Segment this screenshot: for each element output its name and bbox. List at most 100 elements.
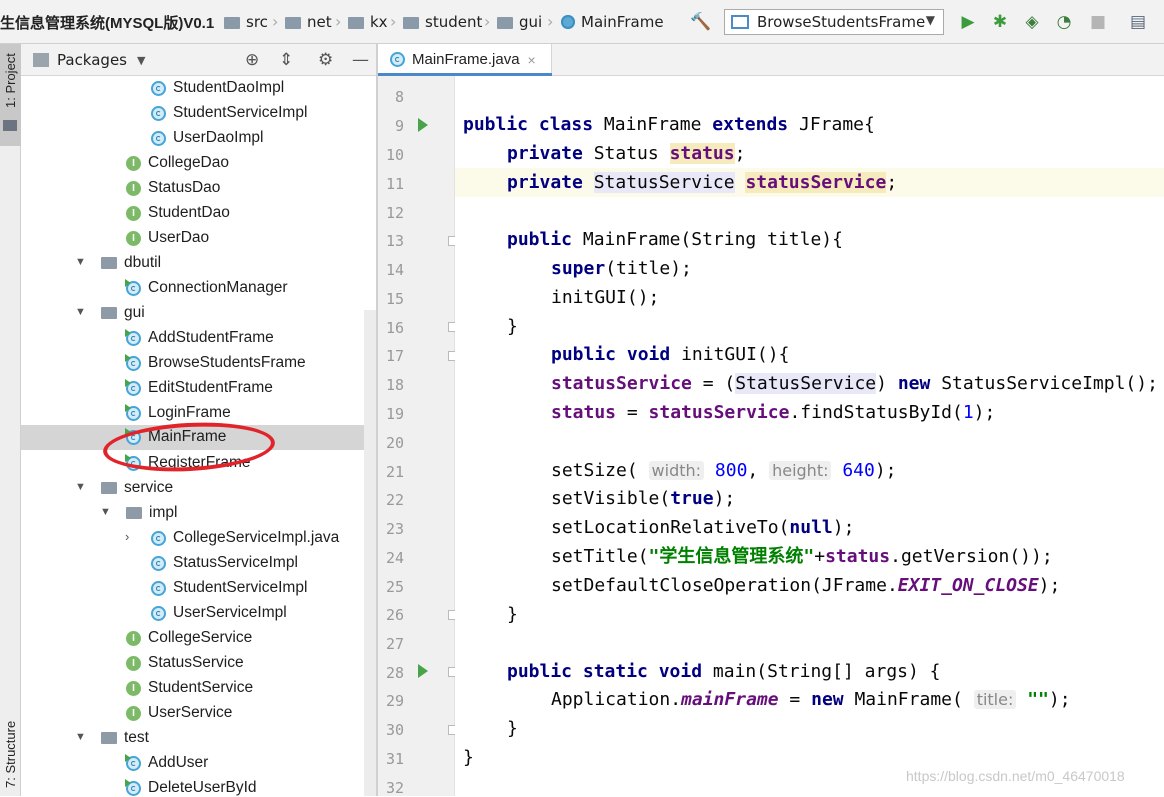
breadcrumb-separator: ›	[390, 12, 397, 31]
tree-item[interactable]: DeleteUserById	[21, 776, 376, 796]
runnable-class-icon	[125, 328, 141, 346]
tree-scrollbar[interactable]	[364, 310, 376, 796]
tree-item[interactable]: StudentServiceImpl	[21, 101, 376, 126]
line-number: 8	[394, 88, 404, 106]
tree-item[interactable]: StudentDaoImpl	[21, 76, 376, 101]
tree-item[interactable]: BrowseStudentsFrame	[21, 351, 376, 376]
tree-item[interactable]: AddStudentFrame	[21, 326, 376, 351]
close-icon[interactable]: ×	[528, 52, 536, 68]
minimize-icon[interactable]: —	[352, 50, 369, 70]
breadcrumb-separator: ›	[484, 12, 491, 31]
class-icon	[561, 15, 575, 29]
project-tool-tab[interactable]: 1: Project	[0, 44, 21, 146]
line-number: 27	[385, 635, 404, 653]
chevron-down-icon[interactable]: ▼	[75, 481, 86, 493]
tree-item[interactable]: I StatusDao	[21, 176, 376, 201]
runnable-class-icon	[125, 753, 141, 771]
stop-icon[interactable]: ■	[1088, 12, 1108, 32]
code-line-23: setLocationRelativeTo(null);	[551, 517, 855, 538]
chevron-down-icon[interactable]: ▼	[75, 731, 86, 743]
line-number: 10	[385, 146, 404, 164]
gear-icon[interactable]: ⚙	[318, 50, 333, 70]
tree-item[interactable]: I StudentDao	[21, 201, 376, 226]
tree-item[interactable]: UserDaoImpl	[21, 126, 376, 151]
watermark: https://blog.csdn.net/m0_46470018	[906, 768, 1125, 784]
breadcrumb-kx[interactable]: kx	[348, 10, 388, 34]
line-number: 18	[385, 376, 404, 394]
chevron-down-icon[interactable]: ▼	[100, 506, 111, 518]
tree-item[interactable]: ConnectionManager	[21, 276, 376, 301]
tree-item-package[interactable]: ▼ gui	[21, 301, 376, 326]
tree-item[interactable]: UserServiceImpl	[21, 601, 376, 626]
folder-icon	[224, 17, 240, 29]
class-icon	[151, 105, 166, 121]
class-icon	[151, 580, 166, 596]
tree-item-package[interactable]: ▼ service	[21, 476, 376, 501]
package-icon	[101, 482, 117, 494]
tree-item[interactable]: StatusServiceImpl	[21, 551, 376, 576]
collapse-all-icon[interactable]: ⇕	[279, 50, 293, 70]
breadcrumb-gui[interactable]: gui	[497, 10, 542, 34]
breadcrumb-student[interactable]: student	[403, 10, 482, 34]
project-structure-icon[interactable]: ▤	[1128, 12, 1148, 32]
tree-item[interactable]: I CollegeDao	[21, 151, 376, 176]
line-number: 17	[385, 347, 404, 365]
project-title[interactable]: 生信息管理系统(MYSQL版)V0.1	[0, 12, 214, 33]
tree-item[interactable]: I CollegeService	[21, 626, 376, 651]
tree-item-package[interactable]: ▼ impl	[21, 501, 376, 526]
coverage-shield-icon[interactable]: ◈	[1022, 12, 1042, 32]
tree-item-package[interactable]: ▼ dbutil	[21, 251, 376, 276]
folder-icon	[3, 120, 17, 131]
run-icon[interactable]: ▶	[958, 12, 978, 32]
tree-item[interactable]: I UserService	[21, 701, 376, 726]
breadcrumb-net[interactable]: net	[285, 10, 332, 34]
tree-item[interactable]: I UserDao	[21, 226, 376, 251]
tree-item[interactable]: › CollegeServiceImpl.java	[21, 526, 376, 551]
tab-mainframe-java[interactable]: MainFrame.java ×	[378, 44, 552, 76]
chevron-down-icon[interactable]: ▼	[75, 306, 86, 318]
code-line-19: status = statusService.findStatusById(1)…	[551, 402, 996, 423]
view-selector[interactable]: Packages ▼	[33, 51, 145, 69]
run-gutter-icon[interactable]	[418, 118, 428, 132]
interface-icon: I	[126, 705, 141, 721]
run-configuration-select[interactable]: BrowseStudentsFrame ▼	[724, 9, 944, 35]
code-line-10: private Status status;	[507, 143, 746, 164]
editor-tab-bar: MainFrame.java ×	[378, 44, 1164, 76]
debug-bug-icon[interactable]: ✱	[990, 12, 1010, 32]
code-line-11: private StatusService statusService;	[455, 168, 1164, 197]
profile-icon[interactable]: ◔	[1054, 12, 1074, 32]
chevron-down-icon[interactable]: ▼	[75, 256, 86, 268]
locate-crosshair-icon[interactable]: ⊕	[245, 50, 259, 70]
structure-tool-tab[interactable]: 7: Structure	[0, 700, 21, 796]
left-tool-strip	[0, 44, 21, 796]
class-icon	[151, 130, 166, 146]
code-line-25: setDefaultCloseOperation(JFrame.EXIT_ON_…	[551, 575, 1061, 596]
breadcrumb-src[interactable]: src	[224, 10, 268, 34]
run-gutter-icon[interactable]	[418, 664, 428, 678]
tree-item[interactable]: StudentServiceImpl	[21, 576, 376, 601]
tree-item[interactable]: I StudentService	[21, 676, 376, 701]
tree-item[interactable]: AddUser	[21, 751, 376, 776]
build-hammer-icon[interactable]: 🔨	[690, 12, 711, 32]
runnable-class-icon	[125, 353, 141, 371]
interface-icon: I	[126, 180, 141, 196]
chevron-right-icon[interactable]: ›	[125, 529, 129, 544]
package-icon	[101, 257, 117, 269]
breadcrumb-mainframe[interactable]: MainFrame	[561, 10, 664, 34]
code-line-16: }	[507, 316, 518, 337]
code-line-24: setTitle("学生信息管理系统"+status.getVersion())…	[551, 546, 1053, 567]
tree-item[interactable]: I StatusService	[21, 651, 376, 676]
class-icon	[390, 52, 405, 67]
line-number: 11	[385, 175, 404, 193]
chevron-down-icon: ▼	[137, 53, 146, 67]
line-number: 25	[385, 578, 404, 596]
code-editor[interactable]: public class MainFrame extends JFrame{ p…	[455, 76, 1164, 796]
class-icon	[151, 80, 166, 96]
folder-icon	[348, 17, 364, 29]
breadcrumb-separator: ›	[547, 12, 554, 31]
tree-item[interactable]: EditStudentFrame	[21, 376, 376, 401]
tree-item-package[interactable]: ▼ test	[21, 726, 376, 751]
code-line-26: }	[507, 604, 518, 625]
interface-icon: I	[126, 655, 141, 671]
breadcrumb-separator: ›	[272, 12, 279, 31]
